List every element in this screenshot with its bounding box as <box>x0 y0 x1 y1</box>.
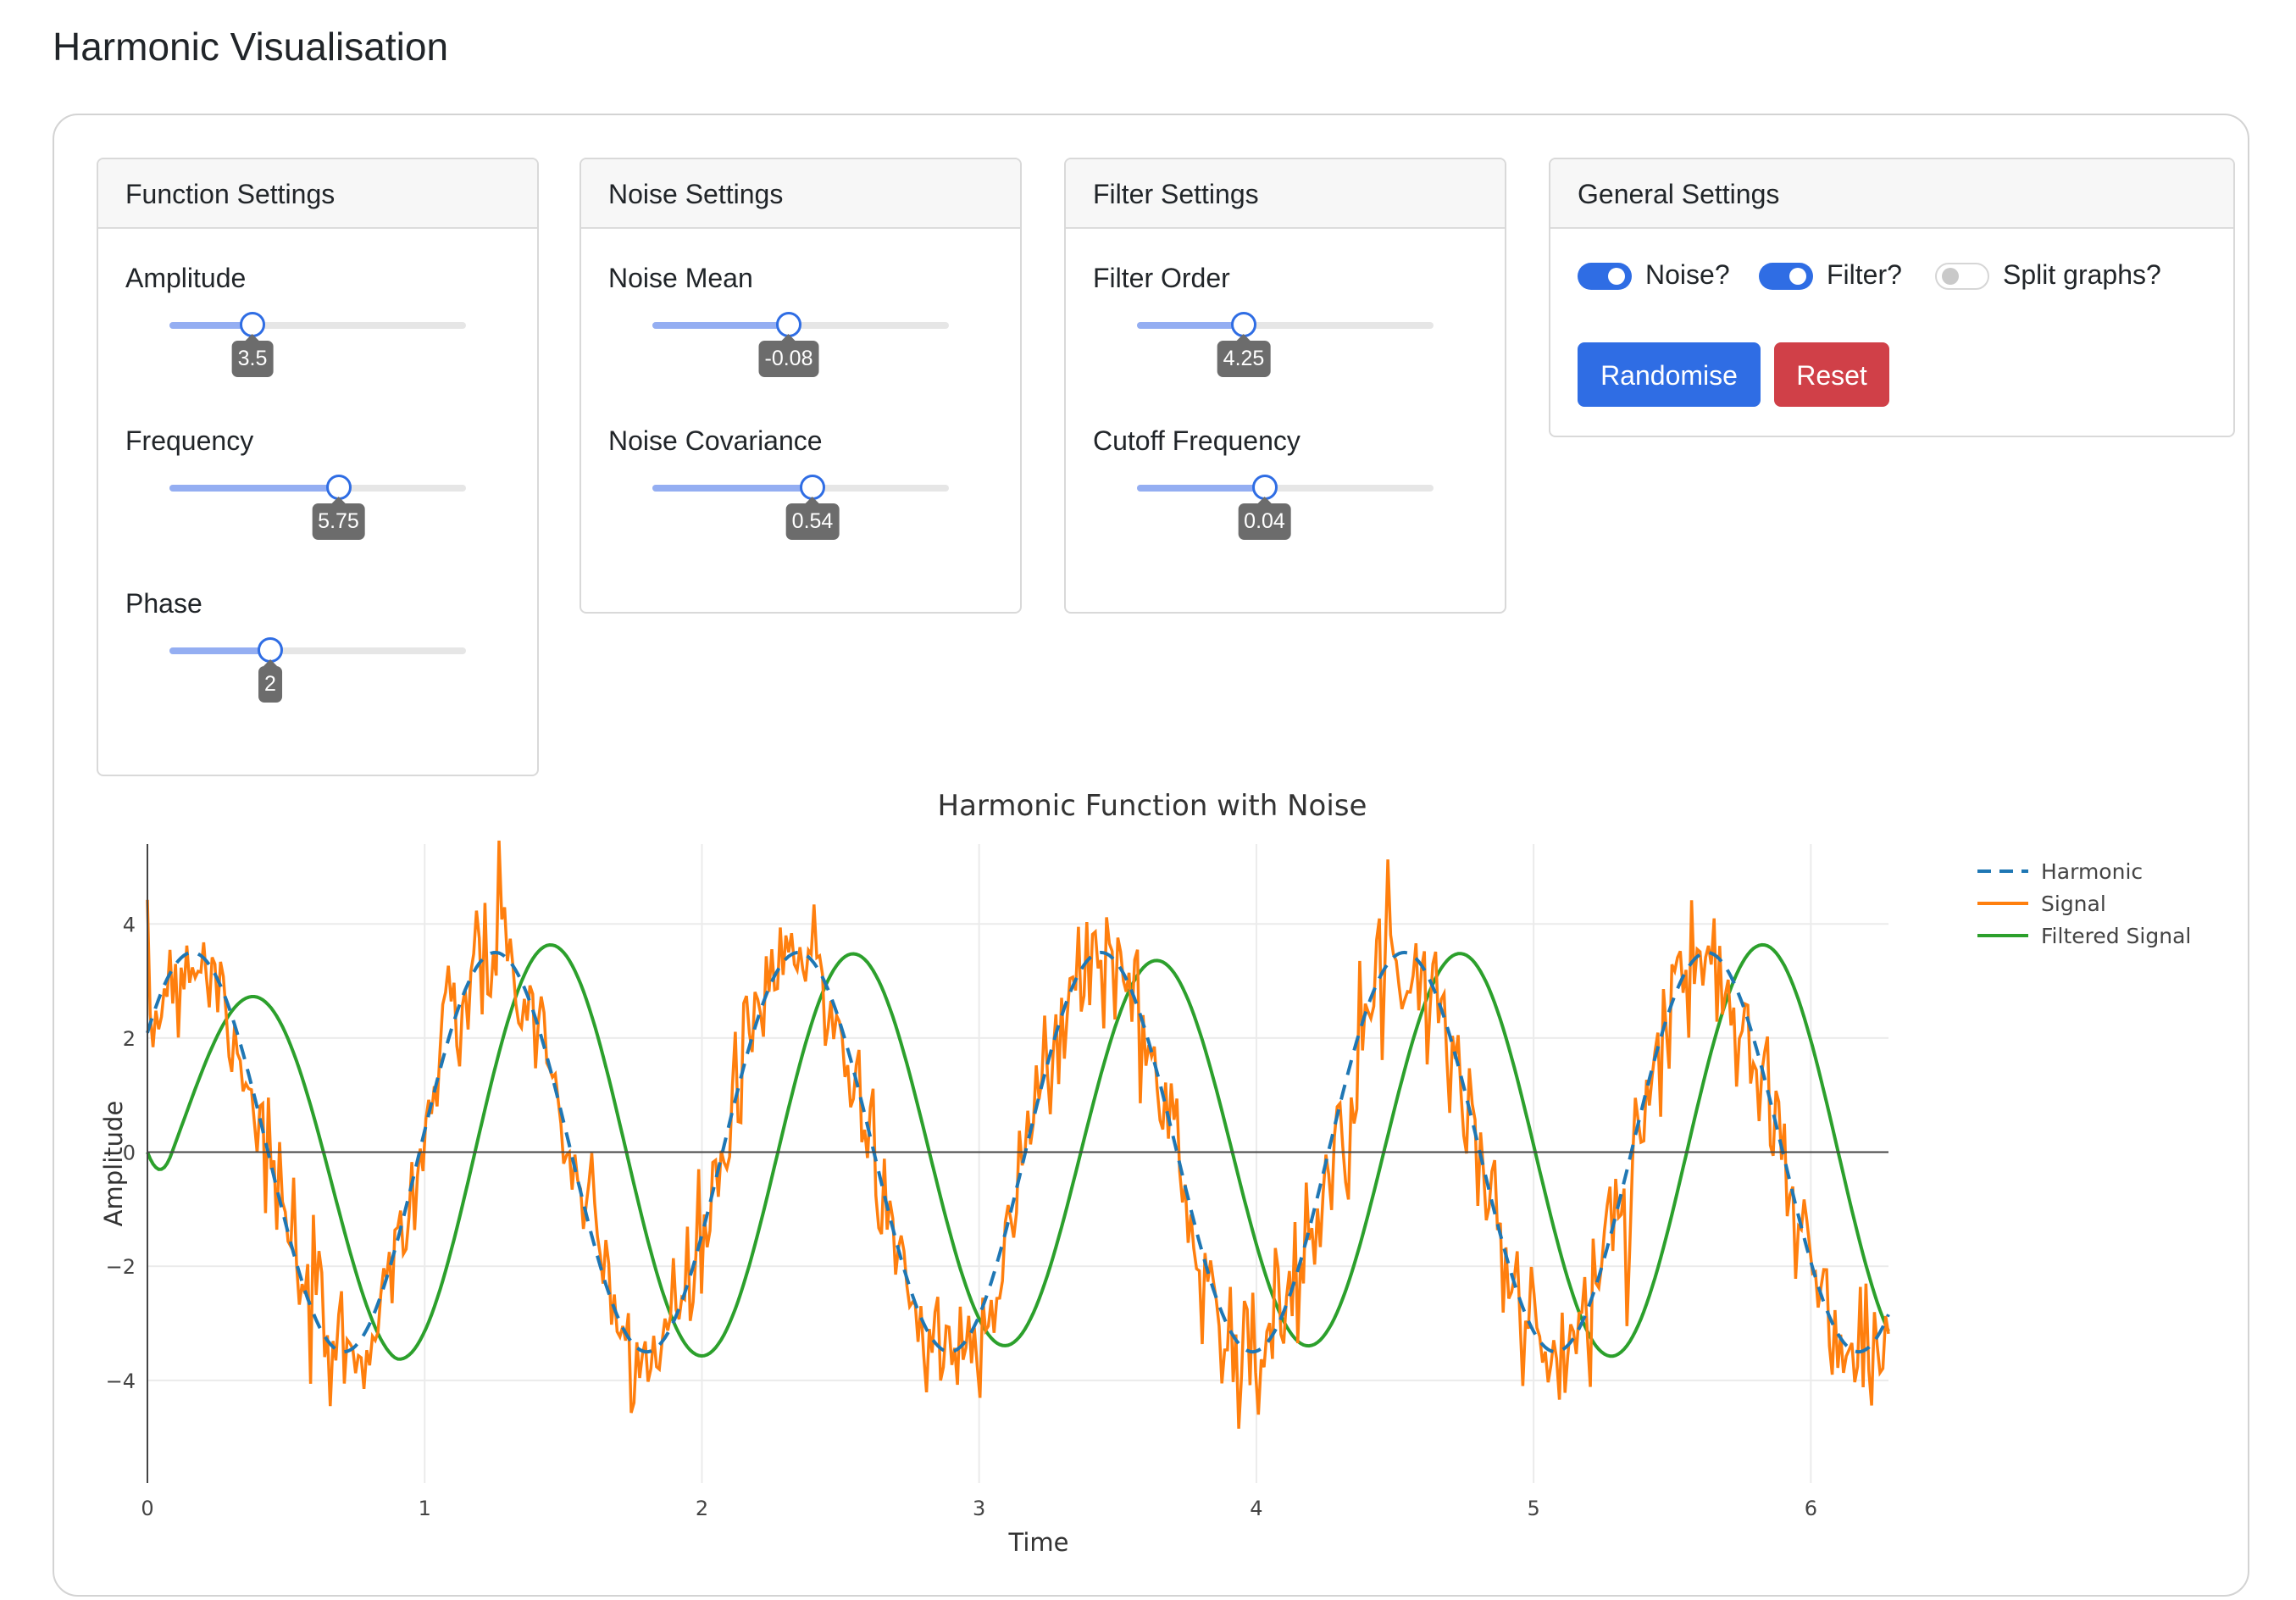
chart-series <box>146 840 1890 1429</box>
chart-title: Harmonic Function with Noise <box>938 789 1367 823</box>
page-title: Harmonic Visualisation <box>53 25 449 69</box>
y-tick-label: 2 <box>123 1027 136 1051</box>
visualisation-card: Function Settings Amplitude 3.5 Frequenc… <box>53 114 2249 1597</box>
y-tick-label: 4 <box>123 913 136 936</box>
x-tick-label: 1 <box>419 1497 431 1520</box>
x-axis-title: Time <box>1008 1528 1069 1557</box>
y-tick-label: −4 <box>106 1369 136 1393</box>
x-tick-label: 5 <box>1528 1497 1540 1520</box>
y-axis-title: Amplitude <box>99 1101 128 1227</box>
x-tick-label: 4 <box>1250 1497 1262 1520</box>
legend-label[interactable]: Filtered Signal <box>2041 924 2191 948</box>
y-tick-label: −2 <box>106 1255 136 1279</box>
x-tick-label: 3 <box>973 1497 985 1520</box>
legend-label[interactable]: Signal <box>2041 892 2106 916</box>
x-tick-label: 6 <box>1805 1497 1817 1520</box>
chart-legend[interactable]: Harmonic Signal Filtered Signal <box>1977 859 2191 948</box>
harmonic-chart[interactable]: Harmonic Function with Noise 0 1 2 3 4 5 6 −4 −2… <box>54 115 2251 1598</box>
x-tick-label: 2 <box>696 1497 708 1520</box>
x-tick-label: 0 <box>141 1497 153 1520</box>
legend-label[interactable]: Harmonic <box>2041 859 2143 884</box>
chart-axes: 0 1 2 3 4 5 6−4−2024 <box>106 844 1888 1520</box>
